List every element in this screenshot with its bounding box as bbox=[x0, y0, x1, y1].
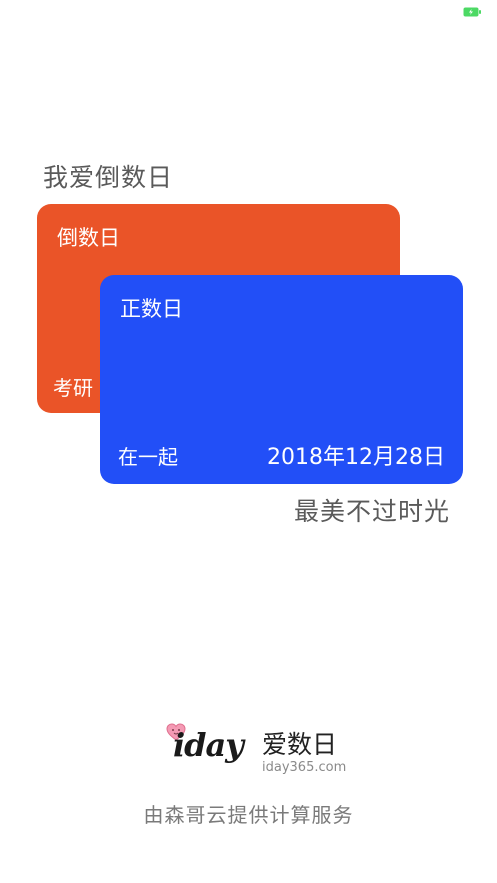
countdown-card-title: 倒数日 bbox=[57, 226, 120, 250]
app-logo: iday bbox=[163, 720, 244, 776]
brand-url: iday365.com bbox=[262, 760, 347, 775]
slogan-top: 我爱倒数日 bbox=[43, 163, 174, 192]
footer-credit: 由森哥云提供计算服务 bbox=[143, 803, 354, 827]
countup-card-title: 正数日 bbox=[120, 297, 183, 321]
brand-name: 爱数日 bbox=[262, 730, 338, 759]
countup-card[interactable]: 正数日 在一起 2018年12月28日 bbox=[100, 275, 463, 484]
logo-text: iday bbox=[173, 726, 244, 764]
slogan-bottom: 最美不过时光 bbox=[293, 497, 450, 526]
countup-card-subtitle: 在一起 bbox=[118, 445, 178, 469]
countup-card-date: 2018年12月28日 bbox=[267, 445, 445, 470]
brand-block: iday 爱数日 iday365.com bbox=[163, 720, 363, 780]
countdown-card-subtitle: 考研 bbox=[53, 376, 93, 400]
battery-icon bbox=[463, 7, 481, 17]
status-bar bbox=[0, 0, 497, 24]
